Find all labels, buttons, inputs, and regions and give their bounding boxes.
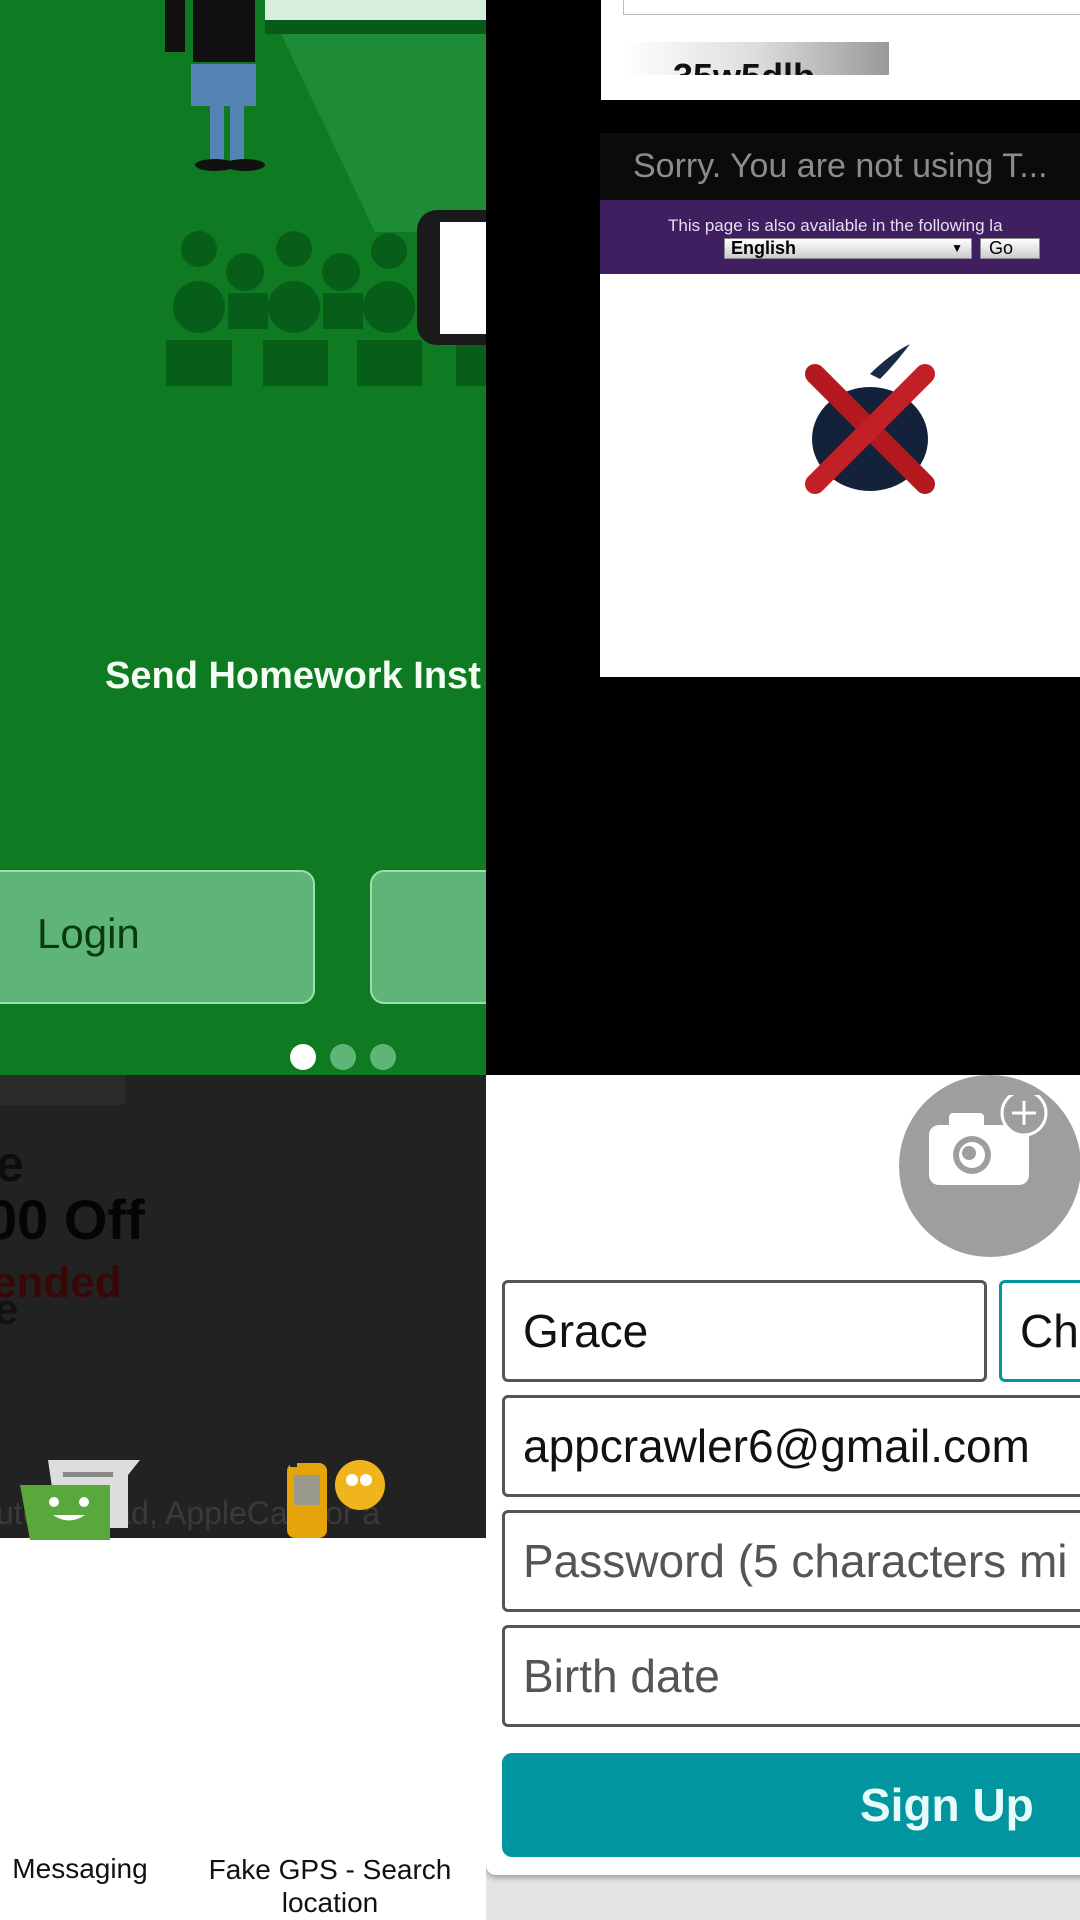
birth-date-field[interactable]: Birth date xyxy=(502,1625,1080,1727)
promo-text: e xyxy=(0,1136,24,1192)
onboarding-headline: Send Homework Inst xyxy=(105,655,481,697)
go-button[interactable]: Go xyxy=(980,238,1040,259)
page-dot[interactable] xyxy=(330,1044,356,1070)
signup-screen: Grace Cha appcrawler6@gmail.com Password… xyxy=(486,1075,1080,1920)
login-button[interactable]: Login xyxy=(0,870,315,1004)
tor-header: Sorry. You are not using T... xyxy=(600,133,1080,200)
language-select[interactable]: English ▼ xyxy=(724,238,972,259)
page-dot-active[interactable] xyxy=(290,1044,316,1070)
tor-body xyxy=(600,274,1080,677)
crossed-onion-icon xyxy=(805,344,935,494)
tor-heading: Sorry. You are not using T... xyxy=(633,147,1048,185)
app-label: Messaging xyxy=(12,1853,148,1884)
login-label: Login xyxy=(37,910,140,957)
password-field[interactable]: Password (5 characters mi xyxy=(502,1510,1080,1612)
tor-check-screen: 35w5dlb Sorry. You are not using T... Th… xyxy=(486,0,1080,1075)
last-name-field[interactable]: Cha xyxy=(999,1280,1080,1382)
fake-gps-icon xyxy=(287,1455,385,1538)
language-banner: This page is also available in the follo… xyxy=(600,200,1080,274)
signup-card: Grace Cha appcrawler6@gmail.com Password… xyxy=(486,1075,1080,1875)
messaging-icon xyxy=(20,1460,140,1540)
email-field[interactable]: appcrawler6@gmail.com xyxy=(502,1395,1080,1497)
launcher-screen: e 00 Off ended e uters, iPad, AppleCare … xyxy=(0,1075,486,1920)
classroom-illustration xyxy=(165,0,486,386)
page-dot[interactable] xyxy=(370,1044,396,1070)
app-messaging[interactable]: Messaging xyxy=(0,1455,160,1920)
app-label: Fake GPS - Search location xyxy=(208,1854,452,1918)
captcha-image: 35w5dlb xyxy=(623,42,889,75)
dropdown-arrow-icon: ▼ xyxy=(951,241,963,255)
text-input[interactable] xyxy=(623,0,1080,15)
promo-discount: 00 Off xyxy=(0,1188,145,1251)
language-notice: This page is also available in the follo… xyxy=(668,216,1003,235)
add-photo-button[interactable] xyxy=(899,1075,1080,1257)
promo-card xyxy=(0,1075,126,1105)
app-fake-gps[interactable]: Fake GPS - Search location xyxy=(200,1455,460,1920)
homework-app-screen: Send Homework Inst Login xyxy=(0,0,486,1075)
camera-plus-icon xyxy=(929,1095,1048,1185)
sign-up-label: Sign Up xyxy=(860,1779,1034,1831)
captcha-panel: 35w5dlb xyxy=(601,0,1080,100)
signup-button[interactable] xyxy=(370,870,486,1004)
sign-up-button[interactable]: Sign Up xyxy=(502,1753,1080,1857)
first-name-field[interactable]: Grace xyxy=(502,1280,987,1382)
promo-subheading: e xyxy=(0,1285,19,1334)
